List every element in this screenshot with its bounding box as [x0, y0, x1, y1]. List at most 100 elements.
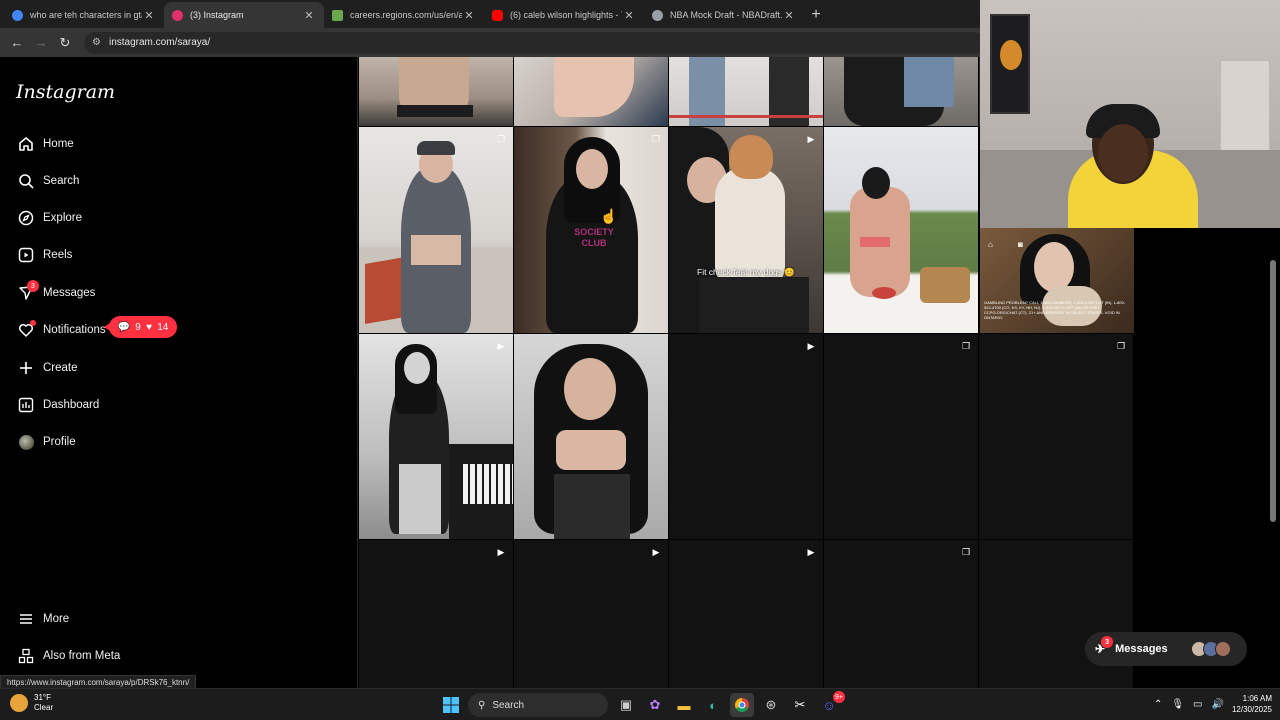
tab-title: (6) caleb wilson highlights - You [510, 10, 622, 20]
sidebar-item-more[interactable]: More [16, 607, 69, 631]
post-thumbnail[interactable]: ▶ [514, 540, 668, 688]
site-settings-icon[interactable]: ⚙ [92, 37, 101, 48]
file-explorer-icon[interactable]: ▬ [672, 693, 696, 717]
post-thumbnail[interactable]: ▶ [359, 334, 513, 539]
messages-dock-label: Messages [1115, 643, 1168, 655]
post-thumbnail[interactable]: ❐ [359, 127, 513, 333]
sidebar-item-home[interactable]: Home [16, 132, 74, 156]
chrome-icon[interactable] [730, 693, 754, 717]
carousel-icon: ❐ [961, 546, 971, 557]
scrollbar-thumb[interactable] [1270, 260, 1276, 522]
chart-icon [16, 395, 36, 415]
sidebar-item-label: More [43, 613, 70, 625]
copilot-icon[interactable]: ✿ [643, 693, 667, 717]
reload-icon[interactable]: ↻ [54, 32, 76, 54]
recording-app-icon[interactable]: ⊛ [759, 693, 783, 717]
recent-contacts-avatars [1191, 641, 1231, 657]
sidebar-item-label: Messages [43, 287, 96, 299]
close-tab-icon[interactable]: ✕ [142, 9, 156, 22]
sidebar-item-reels[interactable]: Reels [16, 243, 72, 267]
post-thumbnail[interactable] [514, 57, 668, 126]
system-clock[interactable]: 1:06 AM 12/30/2025 [1232, 693, 1272, 715]
post-thumbnail[interactable]: ▶ [669, 334, 823, 539]
weather-widget[interactable]: 31°F Clear [10, 693, 53, 713]
post-thumbnail[interactable] [359, 57, 513, 126]
post-thumbnail[interactable]: ▶ [359, 540, 513, 688]
edge-browser-icon[interactable]: ◐ [701, 693, 725, 717]
new-tab-button[interactable]: + [804, 2, 828, 28]
post-thumbnail[interactable]: SOCIETY CLUB ❐ [514, 127, 668, 333]
taskbar-search-label: Search [492, 699, 525, 711]
post-thumbnail[interactable] [824, 127, 978, 333]
task-view-icon[interactable]: ▣ [614, 693, 638, 717]
clock-date: 12/30/2025 [1231, 705, 1272, 714]
url-input[interactable]: ⚙ instagram.com/saraya/ [84, 31, 984, 54]
discord-icon[interactable]: ☺ 9+ [817, 691, 845, 717]
post-thumbnail[interactable] [514, 334, 668, 539]
browser-tab[interactable]: (6) caleb wilson highlights - You ✕ [484, 2, 644, 28]
close-tab-icon[interactable]: ✕ [462, 9, 476, 22]
sidebar-item-create[interactable]: Create [16, 356, 78, 380]
carousel-icon: ❐ [496, 133, 506, 144]
instagram-logo[interactable]: Instagram [16, 81, 115, 103]
webcam-overlay [980, 0, 1280, 228]
clock-time: 1:06 AM [1242, 694, 1272, 703]
comment-icon: 💬 [117, 321, 131, 333]
browser-tab-active[interactable]: (3) Instagram ✕ [164, 2, 324, 28]
like-count: 14 [157, 321, 169, 333]
close-tab-icon[interactable]: ✕ [782, 9, 796, 22]
sidebar-item-label: Dashboard [43, 399, 100, 411]
compass-icon [16, 208, 36, 228]
post-thumbnail[interactable] [669, 57, 823, 126]
sidebar-item-label: Explore [43, 212, 82, 224]
sidebar-item-profile[interactable]: Profile [16, 430, 76, 454]
windows-taskbar: 31°F Clear ⚲ Search ▣ ✿ ▬ ◐ ⊛ ✂ ☺ 9+ ⌃ 🎙… [0, 688, 1280, 720]
reel-icon: ▶ [807, 340, 815, 351]
pip-disclaimer-text: GAMBLING PROBLEM? CALL 1-800-GAMBLER, 1-… [984, 300, 1126, 320]
chevron-up-icon[interactable]: ⌃ [1154, 699, 1162, 710]
taskbar-search-box[interactable]: ⚲ Search [468, 693, 608, 717]
sidebar-item-label: Home [43, 138, 74, 150]
capcut-icon[interactable]: ✂ [788, 693, 812, 717]
camera-icon[interactable]: ◙ [1018, 240, 1023, 249]
search-icon [16, 171, 36, 191]
post-thumbnail[interactable]: Fit check feat my dogs 😊 ▶ [669, 127, 823, 333]
sidebar-item-label: Reels [43, 249, 73, 261]
avatar-icon [16, 432, 36, 452]
volume-icon[interactable]: 🔊 [1212, 699, 1224, 710]
browser-tab[interactable]: NBA Mock Draft - NBADraft.net ✕ [644, 2, 804, 28]
picture-in-picture-video[interactable]: ⌂ ◙ GAMBLING PROBLEM? CALL 1-800-GAMBLER… [980, 228, 1134, 333]
microphone-icon[interactable]: 🎙 [1171, 699, 1184, 710]
pip-control-icon[interactable]: ⌂ [988, 240, 993, 249]
display-icon[interactable]: ▭ [1193, 699, 1202, 710]
tab-title: NBA Mock Draft - NBADraft.net [670, 10, 782, 20]
sidebar-item-messages[interactable]: 3 Messages [16, 280, 96, 305]
windows-start-icon[interactable] [439, 693, 463, 717]
url-text: instagram.com/saraya/ [108, 37, 211, 48]
back-arrow-icon[interactable]: ← [6, 32, 28, 54]
tab-title: (3) Instagram [190, 10, 244, 20]
post-thumbnail[interactable]: ❐ [824, 540, 978, 688]
messages-count-badge: 3 [1101, 636, 1114, 648]
close-tab-icon[interactable]: ✕ [622, 9, 636, 22]
weather-desc: Clear [34, 703, 54, 712]
globe-favicon-icon [652, 9, 663, 21]
post-thumbnail[interactable]: ❐ [979, 334, 1133, 539]
plus-icon [16, 358, 36, 378]
messages-dock-button[interactable]: ✈ 3 Messages [1085, 632, 1247, 666]
browser-tab[interactable]: careers.regions.com/us/en/app ✕ [324, 2, 484, 28]
browser-tab[interactable]: who are teh characters in gta vi ✕ [4, 2, 164, 28]
post-thumbnail[interactable]: ▶ [669, 540, 823, 688]
sidebar-item-dashboard[interactable]: Dashboard [16, 393, 99, 417]
sidebar-item-explore[interactable]: Explore [16, 206, 82, 230]
post-thumbnail[interactable]: ❐ [824, 334, 978, 539]
post-thumbnail[interactable] [824, 57, 978, 126]
notifications-summary-pill[interactable]: 💬 9 ♥ 14 [104, 316, 177, 338]
forward-arrow-icon[interactable]: → [30, 32, 52, 54]
sidebar-item-also-from-meta[interactable]: Also from Meta [16, 644, 120, 668]
sidebar-item-search[interactable]: Search [16, 169, 79, 193]
heart-icon [16, 320, 36, 340]
sidebar-item-notifications[interactable]: Notifications [16, 318, 106, 342]
youtube-favicon-icon [492, 9, 503, 21]
close-tab-icon[interactable]: ✕ [302, 9, 316, 22]
